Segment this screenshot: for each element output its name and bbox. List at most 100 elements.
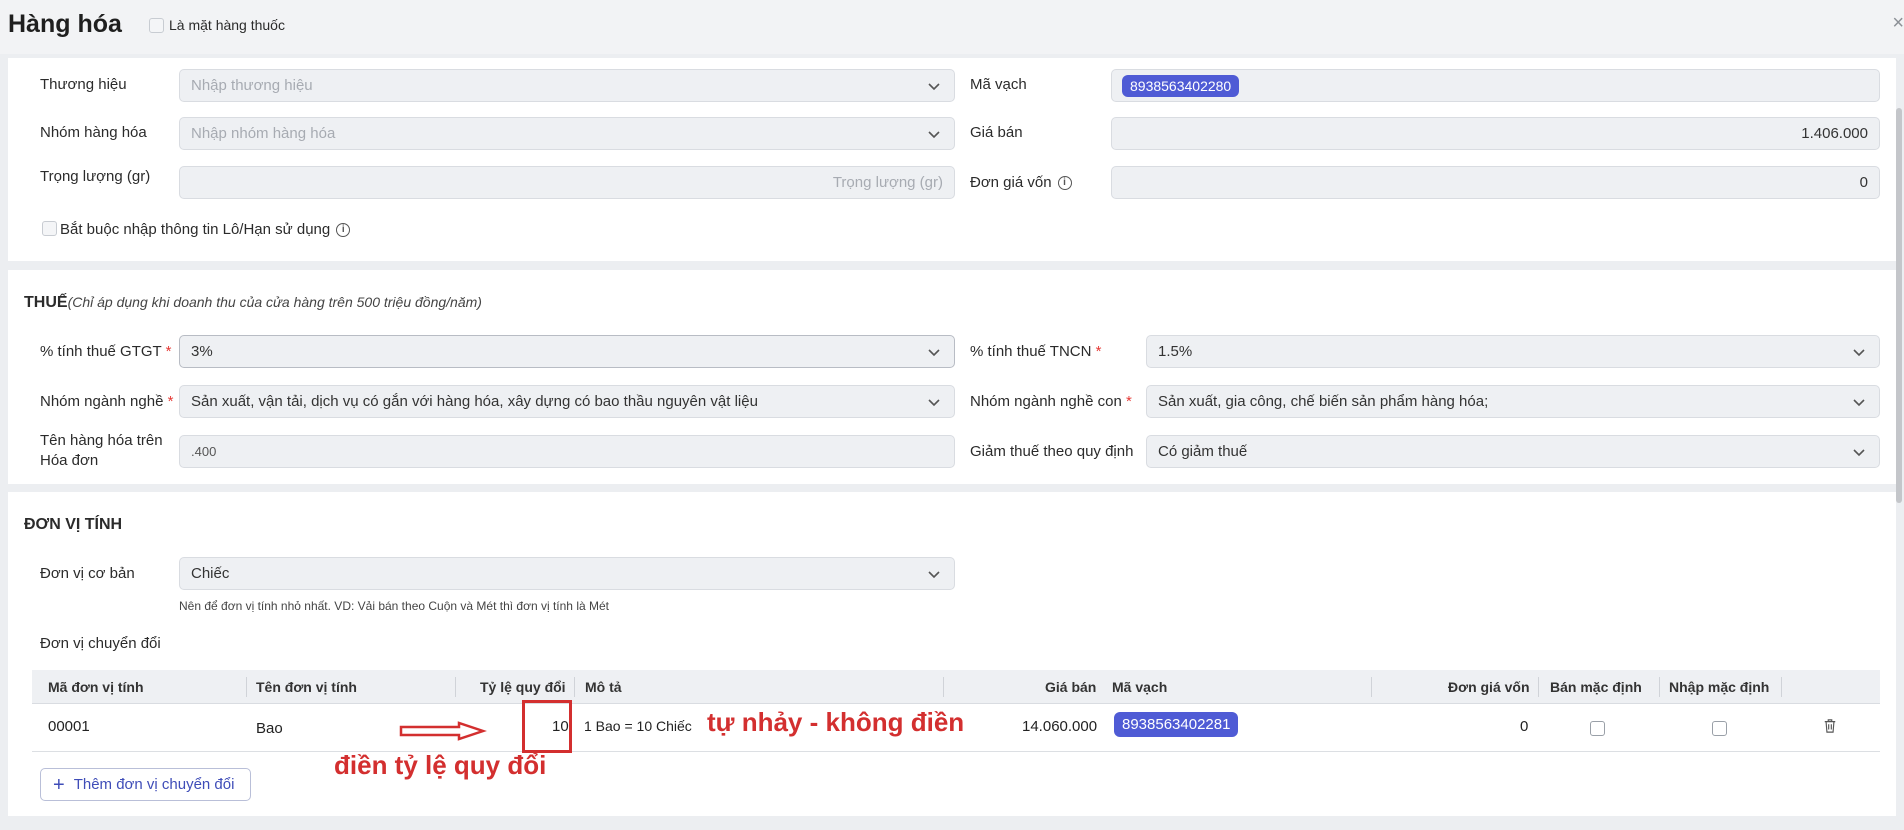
brand-placeholder: Nhập thương hiệu (191, 77, 313, 94)
group-placeholder: Nhập nhóm hàng hóa (191, 125, 336, 142)
add-conversion-unit-label: Thêm đơn vị chuyển đổi (73, 776, 235, 793)
column-divider (1781, 677, 1782, 697)
tax-note: (Chỉ áp dụng khi doanh thu của cửa hàng … (67, 294, 482, 310)
vat-label: % tính thuế GTGT * (40, 343, 171, 360)
tax-title-text: THUẾ (24, 294, 68, 311)
chevron-down-icon (1851, 344, 1867, 360)
base-unit-select[interactable]: Chiếc (179, 557, 955, 590)
chevron-down-icon (926, 344, 942, 360)
row-unit-code: 00001 (48, 718, 90, 735)
cost-value: 0 (1859, 174, 1868, 191)
col-unit-code: Mã đơn vị tính (48, 679, 144, 695)
conversion-units-label: Đơn vị chuyển đổi (40, 635, 161, 652)
column-divider (574, 677, 575, 697)
invoice-name-input[interactable]: .400 (179, 435, 955, 468)
col-default-import: Nhập mặc định (1669, 679, 1770, 695)
pit-select[interactable]: 1.5% (1146, 335, 1880, 368)
chevron-down-icon (926, 566, 942, 582)
add-conversion-unit-button[interactable]: + Thêm đơn vị chuyển đổi (40, 768, 251, 801)
row-cost[interactable]: 0 (1520, 718, 1528, 735)
column-divider (455, 677, 456, 697)
invoice-name-label: Tên hàng hóa trên Hóa đơn (40, 431, 163, 471)
trash-icon[interactable] (1823, 718, 1839, 736)
brand-select[interactable]: Nhập thương hiệu (179, 69, 955, 102)
scrollbar[interactable] (1896, 108, 1902, 503)
conversion-table-header: Mã đơn vị tính Tên đơn vị tính Tỷ lệ quy… (32, 670, 1880, 704)
price-value: 1.406.000 (1801, 125, 1868, 142)
vat-value: 3% (191, 343, 213, 360)
vat-label-text: % tính thuế GTGT (40, 343, 162, 360)
base-unit-value: Chiếc (191, 565, 230, 582)
tax-title: THUẾ(Chỉ áp dụng khi doanh thu của cửa h… (24, 294, 482, 312)
column-divider (1371, 677, 1372, 697)
ratio-highlight-box (522, 700, 572, 753)
required-mark: * (1095, 343, 1102, 360)
brand-label: Thương hiệu (40, 76, 127, 93)
cost-label-text: Đơn giá vốn (970, 174, 1052, 191)
lot-required-label: Bắt buộc nhập thông tin Lô/Hạn sử dụng i (60, 221, 351, 238)
is-medicine-label: Là mặt hàng thuốc (169, 17, 285, 33)
chevron-down-icon (1851, 444, 1867, 460)
pit-value: 1.5% (1158, 343, 1193, 360)
group-select[interactable]: Nhập nhóm hàng hóa (179, 117, 955, 150)
invoice-name-label-line1: Tên hàng hóa trên (40, 432, 163, 449)
col-barcode: Mã vạch (1112, 679, 1168, 695)
group-label: Nhóm hàng hóa (40, 124, 147, 141)
lot-required-text: Bắt buộc nhập thông tin Lô/Hạn sử dụng (60, 221, 331, 238)
default-sell-checkbox[interactable] (1590, 721, 1605, 736)
reduction-select[interactable]: Có giảm thuế (1146, 435, 1880, 468)
units-card: ĐƠN VỊ TÍNH Đơn vị cơ bản Chiếc Nên để đ… (8, 492, 1896, 816)
col-default-sell: Bán mặc định (1550, 679, 1642, 695)
close-icon[interactable]: × (1892, 12, 1904, 35)
row-unit-name[interactable]: Bao (256, 720, 283, 737)
column-divider (1538, 677, 1539, 697)
plus-icon: + (53, 773, 65, 796)
barcode-tag: 8938563402281 (1114, 712, 1239, 737)
barcode-label: Mã vạch (970, 76, 1027, 93)
pit-label: % tính thuế TNCN * (970, 343, 1101, 360)
industry-value: Sản xuất, vận tải, dịch vụ có gắn với hà… (191, 393, 758, 410)
column-divider (943, 677, 944, 697)
general-info-card: Thương hiệu Nhập thương hiệu Nhóm hàng h… (8, 58, 1896, 261)
info-icon[interactable]: i (1057, 176, 1072, 191)
pit-label-text: % tính thuế TNCN (970, 343, 1092, 360)
dialog-title: Hàng hóa (8, 10, 122, 38)
units-title: ĐƠN VỊ TÍNH (24, 516, 123, 533)
tax-card: THUẾ(Chỉ áp dụng khi doanh thu của cửa h… (8, 270, 1896, 484)
sub-industry-value: Sản xuất, gia công, chế biến sản phẩm hà… (1158, 393, 1489, 410)
column-divider (1659, 677, 1660, 697)
col-description: Mô tả (585, 679, 622, 695)
chevron-down-icon (926, 394, 942, 410)
chevron-down-icon (926, 126, 942, 142)
vat-select[interactable]: 3% (179, 335, 955, 368)
industry-label: Nhóm ngành nghề * (40, 393, 173, 410)
weight-placeholder: Trọng lượng (gr) (832, 174, 943, 191)
col-price: Giá bán (1045, 679, 1097, 695)
cost-label: Đơn giá vốn i (970, 174, 1072, 191)
row-barcode[interactable]: 8938563402281 (1114, 712, 1239, 737)
info-icon[interactable]: i (336, 223, 351, 238)
barcode-input[interactable]: 8938563402280 (1111, 69, 1880, 102)
col-ratio: Tỷ lệ quy đổi (480, 679, 566, 695)
price-input[interactable]: 1.406.000 (1111, 117, 1880, 150)
sub-industry-label-text: Nhóm ngành nghề con (970, 393, 1122, 410)
cost-input[interactable]: 0 (1111, 166, 1880, 199)
arrow-right-icon (399, 721, 487, 741)
base-unit-hint: Nên để đơn vị tính nhỏ nhất. VD: Vải bán… (179, 599, 609, 613)
row-description: 1 Bao = 10 Chiếc (584, 718, 692, 734)
weight-input[interactable]: Trọng lượng (gr) (179, 166, 955, 199)
required-mark: * (167, 393, 174, 410)
col-unit-name: Tên đơn vị tính (256, 679, 357, 695)
is-medicine-checkbox[interactable] (149, 18, 164, 33)
row-price[interactable]: 14.060.000 (1022, 718, 1097, 735)
industry-select[interactable]: Sản xuất, vận tải, dịch vụ có gắn với hà… (179, 385, 955, 418)
reduction-label: Giảm thuế theo quy định (970, 443, 1134, 460)
barcode-tag: 8938563402280 (1122, 74, 1240, 97)
sub-industry-label: Nhóm ngành nghề con * (970, 393, 1132, 410)
default-import-checkbox[interactable] (1712, 721, 1727, 736)
invoice-name-value: .400 (191, 444, 217, 459)
lot-required-checkbox[interactable] (42, 221, 57, 236)
sub-industry-select[interactable]: Sản xuất, gia công, chế biến sản phẩm hà… (1146, 385, 1880, 418)
row-divider (32, 751, 1880, 752)
enter-ratio-annotation: điền tỷ lệ quy đổi (334, 750, 547, 780)
